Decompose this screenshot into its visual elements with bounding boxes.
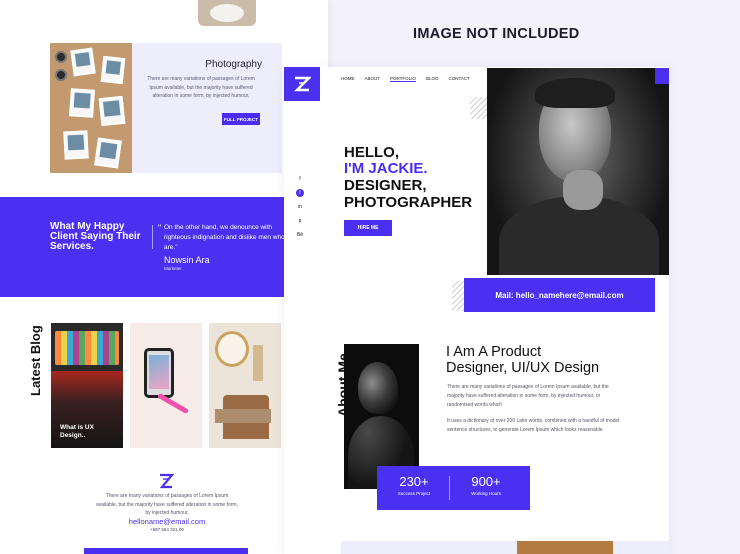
chair-seat-image bbox=[215, 409, 271, 423]
photography-image bbox=[50, 43, 132, 173]
hire-me-button[interactable]: HIRE ME bbox=[344, 220, 392, 236]
left-page-preview: Photography There are many variations of… bbox=[0, 0, 328, 554]
coffee-cup-image bbox=[198, 0, 256, 26]
full-project-button[interactable]: FULL PROJECT bbox=[222, 113, 260, 125]
facebook-icon[interactable]: f bbox=[296, 175, 304, 183]
about-paragraph-1: There are many variations of passages of… bbox=[447, 384, 609, 408]
project-title: Photography bbox=[205, 59, 262, 70]
main-nav: HOME ABOUT PORTFOLIO BLOG CONTACT bbox=[341, 76, 470, 82]
about-title-line1: I Am A Product bbox=[446, 344, 542, 360]
footer-email-link[interactable]: helloname@email.com bbox=[96, 517, 238, 526]
phone-image bbox=[144, 348, 174, 398]
testimonial-quote: On the other hand, we denounce with righ… bbox=[164, 224, 285, 251]
mirror-image bbox=[215, 331, 249, 367]
nav-blog[interactable]: BLOG bbox=[426, 76, 439, 82]
quote-mark: " bbox=[158, 223, 162, 233]
stats-box: 230+ Success Project 900+ Working Hours bbox=[377, 466, 530, 510]
stat-value: 900+ bbox=[471, 474, 501, 489]
client-name: Nowsin Ara bbox=[164, 255, 210, 265]
logo-button[interactable] bbox=[284, 67, 320, 101]
footer-phone: +987 654 321 00 bbox=[150, 527, 184, 532]
next-section-image bbox=[517, 541, 613, 554]
nav-contact[interactable]: CONTACT bbox=[448, 76, 469, 82]
footer-text: There are many variations of passages of… bbox=[96, 493, 238, 516]
client-role: Marketer bbox=[164, 266, 182, 271]
project-card: Photography There are many variations of… bbox=[50, 43, 282, 173]
testimonial-section: What My Happy Client Saying Their Servic… bbox=[0, 197, 328, 297]
camera-lens-shape bbox=[55, 69, 67, 81]
polaroid-photo bbox=[63, 130, 89, 160]
silhouette-head bbox=[358, 362, 398, 414]
project-description: There are many variations of passages of… bbox=[147, 76, 255, 99]
polaroid-photo bbox=[70, 47, 96, 77]
portrait-hand bbox=[563, 170, 603, 210]
behance-icon[interactable]: Bē bbox=[296, 231, 304, 239]
stat-success-project: 230+ Success Project bbox=[385, 474, 443, 496]
camera-lens-shape bbox=[55, 51, 67, 63]
pencils-image bbox=[55, 331, 119, 365]
nav-portfolio[interactable]: PORTFOLIO bbox=[390, 76, 416, 82]
blog-card[interactable] bbox=[130, 323, 202, 448]
polaroid-photo bbox=[69, 88, 95, 118]
about-paragraph-2: It uses a dictionary of over 200 Latin w… bbox=[447, 418, 620, 433]
testimonial-heading: What My Happy Client Saying Their Servic… bbox=[50, 221, 141, 252]
hero-role-2: PHOTOGRAPHER bbox=[344, 194, 473, 211]
vase-image bbox=[253, 345, 263, 381]
image-not-included-banner: IMAGE NOT INCLUDED bbox=[413, 26, 580, 42]
blog-card[interactable]: What is UX Design.. bbox=[51, 323, 123, 448]
hero-portrait-photo bbox=[487, 68, 669, 275]
blog-card[interactable] bbox=[209, 323, 281, 448]
nav-about[interactable]: ABOUT bbox=[365, 76, 381, 82]
nav-home[interactable]: HOME bbox=[341, 76, 355, 82]
right-page-preview: HOME ABOUT PORTFOLIO BLOG CONTACT f t in… bbox=[284, 67, 669, 554]
portrait-hair bbox=[535, 78, 615, 108]
linkedin-icon[interactable]: in bbox=[296, 203, 304, 211]
blog-card-title[interactable]: What is UX Design.. bbox=[60, 424, 116, 440]
testimonial-divider bbox=[152, 225, 153, 249]
polaroid-photo bbox=[94, 137, 122, 169]
stat-label: Working Hours bbox=[471, 491, 501, 496]
latest-blog-label: Latest Blog bbox=[28, 325, 43, 396]
contact-email-bar[interactable]: Mail: hello_namehere@email.com bbox=[464, 278, 655, 312]
hero-role-1: DESIGNER, bbox=[344, 177, 427, 194]
polaroid-photo bbox=[100, 55, 126, 85]
stat-label: Success Project bbox=[397, 491, 431, 496]
footer-bar bbox=[84, 548, 248, 554]
social-links: f t in p Bē bbox=[296, 175, 304, 239]
stat-divider bbox=[449, 476, 450, 500]
logo-icon bbox=[294, 76, 311, 92]
hero-accent-square bbox=[655, 68, 669, 84]
about-title-line2: Designer, UI/UX Design bbox=[446, 360, 600, 376]
stat-value: 230+ bbox=[399, 474, 429, 489]
next-section-strip bbox=[341, 541, 669, 554]
polaroid-photo bbox=[98, 95, 126, 127]
pinterest-icon[interactable]: p bbox=[296, 217, 304, 225]
hero-greeting: HELLO, bbox=[344, 144, 399, 161]
pen-image bbox=[157, 392, 189, 415]
logo-icon[interactable] bbox=[158, 473, 174, 489]
stat-working-hours: 900+ Working Hours bbox=[455, 474, 517, 496]
hero-name: I'M JACKIE. bbox=[344, 160, 428, 177]
twitter-icon[interactable]: t bbox=[296, 189, 304, 197]
